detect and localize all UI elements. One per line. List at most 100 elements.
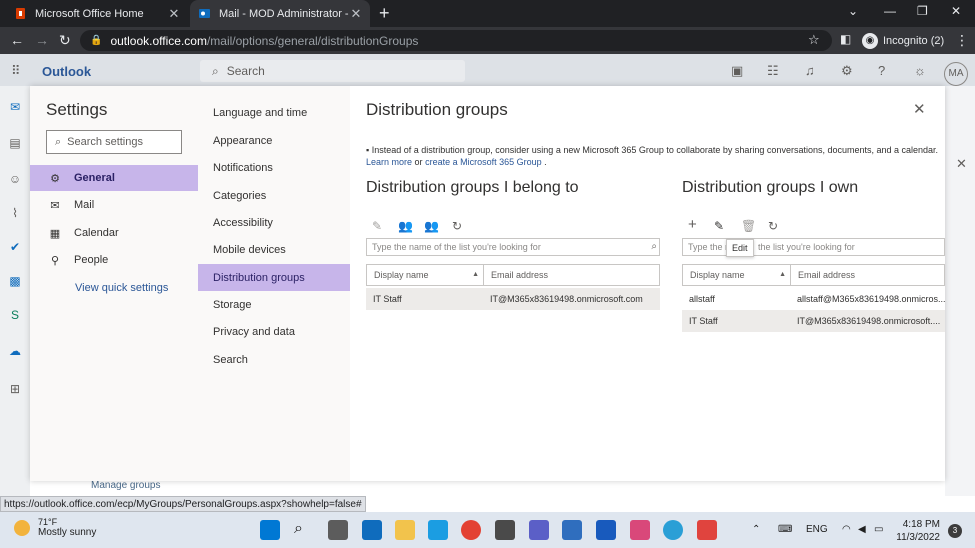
globe-icon[interactable] xyxy=(663,520,683,540)
edge-icon[interactable] xyxy=(428,520,448,540)
gear-icon[interactable]: ⚙ xyxy=(841,63,853,79)
subcategory-appearance[interactable]: Appearance xyxy=(198,127,350,154)
category-general[interactable]: ⚙ General xyxy=(30,165,198,191)
terminal-icon[interactable] xyxy=(495,520,515,540)
people-icon[interactable]: ☺ xyxy=(8,172,22,186)
help-icon[interactable]: ? xyxy=(878,63,885,78)
column-header-display-name[interactable]: Display name ▲ xyxy=(682,264,791,286)
learn-more-link[interactable]: Learn more xyxy=(366,157,412,167)
sharepoint-icon[interactable]: S xyxy=(8,308,22,322)
app-icon[interactable] xyxy=(562,520,582,540)
manage-groups-link[interactable]: Manage groups xyxy=(91,480,161,491)
search-icon[interactable]: ⌕ xyxy=(294,520,314,540)
teams-icon[interactable] xyxy=(529,520,549,540)
outlook-search-box[interactable]: ⌕ Search xyxy=(200,60,465,82)
column-header-email[interactable]: Email address xyxy=(790,264,945,286)
more-menu-icon[interactable]: ⋮ xyxy=(955,32,969,49)
cell-display-name[interactable]: allstaff xyxy=(682,288,791,310)
weather-text: Mostly sunny xyxy=(38,527,97,538)
battery-icon[interactable]: ▭ xyxy=(874,524,883,535)
avatar[interactable]: MA xyxy=(944,62,968,86)
file-explorer-icon[interactable] xyxy=(395,520,415,540)
add-icon[interactable]: + xyxy=(688,216,697,233)
restore-icon[interactable]: ❐ xyxy=(917,4,928,18)
join-group-icon[interactable]: 👥 xyxy=(398,219,413,233)
member-groups-search-input[interactable]: Type the name of the list you're looking… xyxy=(366,238,660,256)
mail-icon[interactable]: ✉ xyxy=(8,100,22,114)
my-day-icon[interactable]: ☷ xyxy=(767,63,779,79)
minimize-icon[interactable]: — xyxy=(884,4,896,18)
lightbulb-icon[interactable]: ☼ xyxy=(914,63,926,78)
start-icon[interactable] xyxy=(260,520,280,540)
address-bar[interactable]: 🔒 outlook.office.com /mail/options/gener… xyxy=(80,30,832,51)
clock[interactable]: 4:18 PM 11/3/2022 xyxy=(895,518,940,544)
category-calendar[interactable]: ▦ Calendar xyxy=(30,220,198,246)
todo-icon[interactable]: ✔ xyxy=(8,240,22,254)
outlook-brand[interactable]: Outlook xyxy=(42,64,91,79)
sidebar-icon[interactable]: ◧ xyxy=(840,32,851,46)
category-people[interactable]: ⚲ People xyxy=(30,247,198,273)
chrome-icon[interactable] xyxy=(461,520,481,540)
view-quick-settings-link[interactable]: View quick settings xyxy=(75,282,168,294)
keyboard-icon[interactable]: ⌨ xyxy=(778,524,792,535)
chevron-up-icon[interactable]: ⌃ xyxy=(752,524,760,535)
word-icon[interactable] xyxy=(596,520,616,540)
bell-icon[interactable]: ♫ xyxy=(805,63,815,78)
url-path: /mail/options/general/distributionGroups xyxy=(206,33,419,48)
profile-button[interactable]: ◉ Incognito (2) xyxy=(862,31,944,50)
subcategory-categories[interactable]: Categories xyxy=(198,182,350,209)
snipping-tool-icon[interactable] xyxy=(630,520,650,540)
teams-icon[interactable]: ▩ xyxy=(8,274,22,288)
search-icon[interactable]: ⌕ xyxy=(651,241,657,252)
tab-outlook-mail[interactable]: Mail - MOD Administrator - Outl ✕ xyxy=(190,0,370,27)
subcategory-storage[interactable]: Storage xyxy=(198,291,350,318)
task-view-icon[interactable] xyxy=(328,520,348,540)
pencil-icon[interactable]: ✎ xyxy=(372,219,382,233)
notification-badge[interactable]: 3 xyxy=(948,524,962,538)
forward-icon[interactable]: → xyxy=(35,32,49,48)
close-icon[interactable]: ✕ xyxy=(956,156,967,172)
remote-desktop-icon[interactable] xyxy=(697,520,717,540)
app-launcher-icon[interactable]: ⠿ xyxy=(11,63,21,79)
subcategory-language-and-time[interactable]: Language and time xyxy=(198,99,350,126)
pencil-icon[interactable]: ✎ xyxy=(714,219,724,233)
settings-search-input[interactable]: ⌕ Search settings xyxy=(46,130,182,154)
close-icon[interactable]: ✕ xyxy=(913,100,926,118)
subcategory-search[interactable]: Search xyxy=(198,346,350,373)
language-indicator[interactable]: ENG xyxy=(806,524,828,535)
weather-widget[interactable]: 71°F Mostly sunny xyxy=(14,517,96,538)
subcategory-mobile-devices[interactable]: Mobile devices xyxy=(198,236,350,263)
volume-icon[interactable]: ◀ xyxy=(858,524,866,535)
tab-close-icon[interactable]: ✕ xyxy=(350,6,362,22)
more-apps-icon[interactable]: ⊞ xyxy=(8,382,22,396)
incognito-icon: ◉ xyxy=(862,32,878,49)
outlook-app-icon[interactable] xyxy=(362,520,382,540)
onedrive-icon[interactable]: ☁ xyxy=(8,344,22,358)
subcategory-accessibility[interactable]: Accessibility xyxy=(198,209,350,236)
back-icon[interactable]: ← xyxy=(10,32,24,48)
subcategory-privacy-and-data[interactable]: Privacy and data xyxy=(198,318,350,345)
new-tab-button[interactable]: + xyxy=(379,3,390,23)
refresh-icon[interactable]: ↻ xyxy=(452,219,462,233)
wifi-icon[interactable]: ◠ xyxy=(842,524,851,535)
subcategory-distribution-groups[interactable]: Distribution groups xyxy=(198,264,350,291)
attachment-icon[interactable]: ⌇ xyxy=(8,206,22,220)
tab-office-home[interactable]: Microsoft Office Home ✕ xyxy=(6,0,188,27)
column-header-display-name[interactable]: Display name ▲ xyxy=(366,264,484,286)
office-app-icon[interactable]: ▣ xyxy=(731,63,743,79)
trash-icon[interactable]: 🗑 xyxy=(741,219,756,233)
leave-group-icon[interactable]: 👥 xyxy=(424,219,439,233)
reload-icon[interactable]: ↻ xyxy=(59,32,71,49)
create-m365-group-link[interactable]: create a Microsoft 365 Group xyxy=(425,157,542,167)
refresh-icon[interactable]: ↻ xyxy=(768,219,778,233)
bookmark-star-icon[interactable]: ☆ xyxy=(808,32,820,48)
close-window-icon[interactable]: ✕ xyxy=(951,4,961,18)
owned-groups-search-input[interactable]: Type the n the list you're looking for xyxy=(682,238,945,256)
chevron-down-icon[interactable]: ⌄ xyxy=(848,4,858,18)
calendar-icon[interactable]: ▤ xyxy=(8,136,22,150)
tab-close-icon[interactable]: ✕ xyxy=(168,6,180,22)
category-mail[interactable]: ✉ Mail xyxy=(30,192,198,218)
column-header-email[interactable]: Email address xyxy=(483,264,660,286)
outlook-header: ⠿ Outlook ⌕ Search ▣ ☷ ♫ ⚙ ? ☼ MA xyxy=(0,54,975,86)
subcategory-notifications[interactable]: Notifications xyxy=(198,154,350,181)
